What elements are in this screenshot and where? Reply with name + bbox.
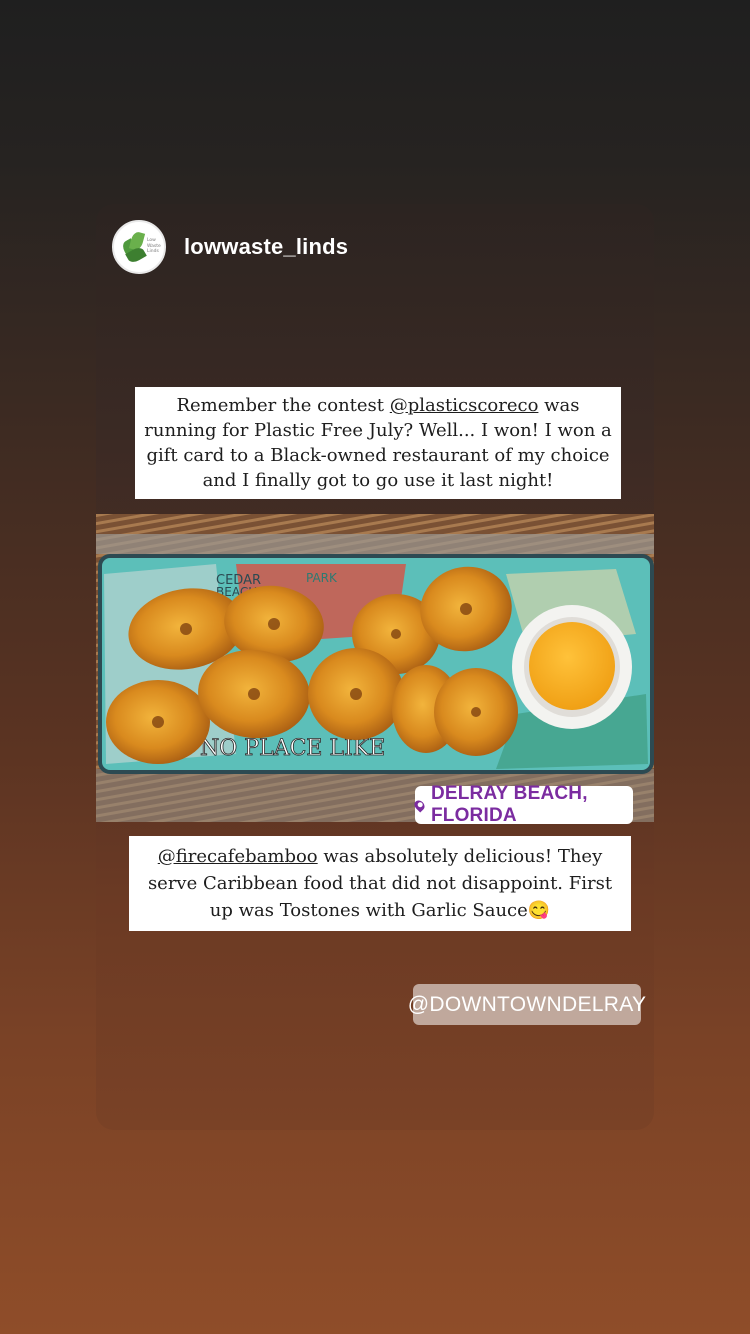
- location-sticker[interactable]: DELRAY BEACH, FLORIDA: [412, 783, 633, 826]
- mention-sticker-label: @DOWNTOWNDELRAY: [407, 992, 647, 1016]
- food-photo: CEDAR BEACH PARK NO PLACE LIKE: [96, 514, 654, 822]
- caption-text: Remember the contest: [176, 395, 390, 416]
- avatar-logo-text: Low Waste Linds: [147, 238, 161, 254]
- svg-text:PARK: PARK: [306, 571, 338, 585]
- caption-text: was: [538, 395, 580, 416]
- avatar[interactable]: Low Waste Linds: [112, 220, 166, 274]
- location-pin-icon: [412, 797, 427, 813]
- username[interactable]: lowwaste_linds: [184, 234, 348, 260]
- garlic-sauce-cup: [512, 605, 632, 729]
- location-label: DELRAY BEACH, FLORIDA: [430, 783, 588, 826]
- mention-link[interactable]: @firecafebamboo: [158, 846, 318, 867]
- caption-text-2: @firecafebamboo was absolutely delicious…: [129, 836, 631, 931]
- story-header: Low Waste Linds lowwaste_linds: [112, 220, 348, 274]
- mention-link[interactable]: @plasticscoreco: [390, 395, 539, 416]
- mention-sticker[interactable]: @DOWNTOWNDELRAY: [408, 984, 646, 1025]
- caption-text-1: Remember the contest @plasticscoreco was…: [135, 387, 621, 499]
- emoji: 😋: [527, 900, 551, 921]
- caption-text: running for Plastic Free July? Well... I…: [144, 420, 612, 491]
- story-card[interactable]: Low Waste Linds lowwaste_linds Remember …: [96, 204, 654, 1130]
